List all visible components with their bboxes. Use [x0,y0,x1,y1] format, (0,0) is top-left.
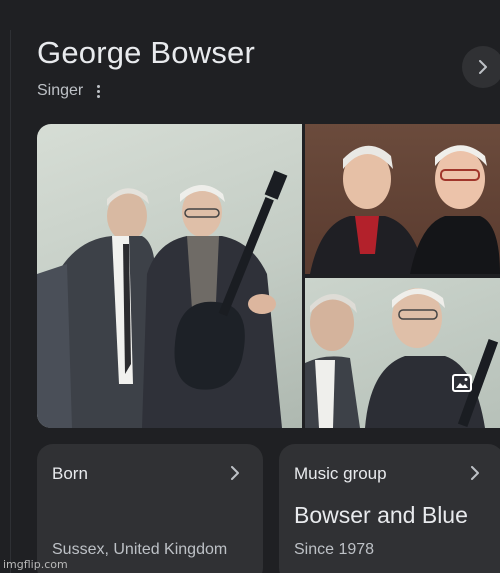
born-value: Sussex, United Kingdom [52,541,228,558]
born-card[interactable]: Born Sussex, United Kingdom [37,444,263,573]
gallery-image-top[interactable] [305,124,500,274]
page-title: George Bowser [37,35,255,70]
music-group-card[interactable]: Music group Bowser and Blue Since 1978 [279,444,500,573]
gallery-image-main[interactable] [37,124,302,428]
subtitle-row: Singer [37,82,104,100]
music-group-since: Since 1978 [294,541,375,558]
image-gallery [37,124,500,428]
chevron-right-icon [231,466,239,480]
more-options-icon[interactable] [93,83,104,100]
born-label: Born [52,464,88,483]
gallery-image-bottom[interactable] [305,278,500,428]
entity-type: Singer [37,82,84,99]
watermark: imgflip.com [3,558,68,571]
next-button[interactable] [462,46,500,88]
image-icon[interactable] [452,374,472,392]
music-group-label: Music group [294,464,387,483]
divider [10,30,11,573]
chevron-right-icon [471,466,479,480]
knowledge-panel: George Bowser Singer Born Sussex, United… [0,0,500,573]
chevron-right-icon [479,60,487,74]
music-group-name: Bowser and Blue [294,502,468,528]
